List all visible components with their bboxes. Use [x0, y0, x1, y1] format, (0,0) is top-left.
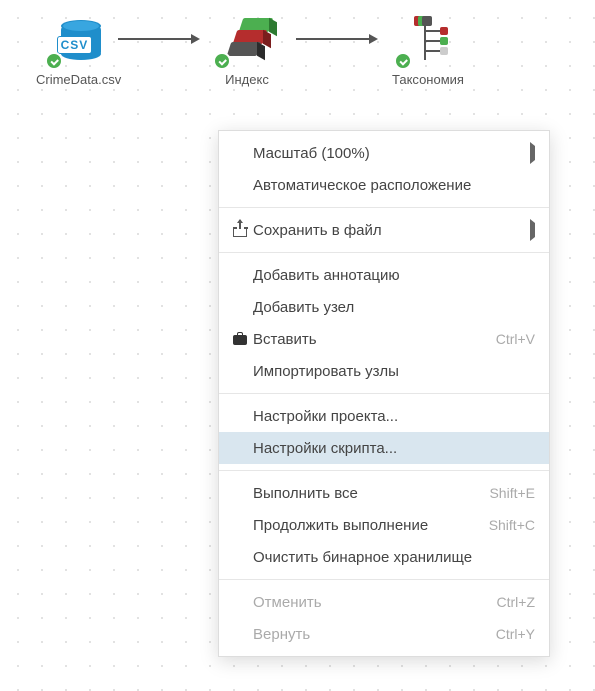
menu-label: Масштаб (100%) [251, 145, 530, 162]
context-menu: Масштаб (100%) Автоматическое расположен… [218, 130, 550, 657]
menu-label: Вставить [251, 331, 496, 348]
menu-label: Импортировать узлы [251, 363, 535, 380]
menu-add-node[interactable]: Добавить узел [219, 291, 549, 323]
menu-redo[interactable]: Вернуть Ctrl+Y [219, 618, 549, 650]
menu-shortcut: Ctrl+Y [496, 626, 535, 642]
canvas[interactable]: CSV CrimeData.csv Индекс [0, 0, 595, 691]
menu-script-settings[interactable]: Настройки скрипта... [219, 432, 549, 464]
menu-label: Выполнить все [251, 485, 489, 502]
menu-run-all[interactable]: Выполнить все Shift+E [219, 477, 549, 509]
menu-label: Настройки скрипта... [251, 440, 535, 457]
menu-shortcut: Ctrl+Z [497, 594, 536, 610]
separator [219, 207, 549, 208]
menu-shortcut: Shift+C [489, 517, 535, 533]
menu-clear-binary-storage[interactable]: Очистить бинарное хранилище [219, 541, 549, 573]
node-index[interactable]: Индекс [215, 12, 279, 87]
arrow-icon [118, 38, 198, 40]
menu-paste[interactable]: Вставить Ctrl+V [219, 323, 549, 355]
menu-label: Очистить бинарное хранилище [251, 549, 535, 566]
menu-shortcut: Ctrl+V [496, 331, 535, 347]
menu-label: Добавить узел [251, 299, 535, 316]
chevron-right-icon [530, 223, 535, 237]
menu-continue[interactable]: Продолжить выполнение Shift+C [219, 509, 549, 541]
menu-label: Добавить аннотацию [251, 267, 535, 284]
csv-badge: CSV [57, 36, 93, 54]
menu-label: Автоматическое расположение [251, 177, 535, 194]
node-csv[interactable]: CSV CrimeData.csv [36, 12, 121, 87]
menu-auto-layout[interactable]: Автоматическое расположение [219, 169, 549, 201]
menu-label: Настройки проекта... [251, 408, 535, 425]
menu-label: Продолжить выполнение [251, 517, 489, 534]
status-ok-icon [45, 52, 63, 70]
menu-label: Сохранить в файл [251, 222, 530, 239]
menu-undo[interactable]: Отменить Ctrl+Z [219, 586, 549, 618]
status-ok-icon [394, 52, 412, 70]
arrow-icon [296, 38, 376, 40]
separator [219, 579, 549, 580]
menu-save-to-file[interactable]: Сохранить в файл [219, 214, 549, 246]
node-label: Индекс [215, 72, 279, 87]
index-icon [215, 12, 279, 68]
status-ok-icon [213, 52, 231, 70]
menu-zoom[interactable]: Масштаб (100%) [219, 137, 549, 169]
menu-add-annotation[interactable]: Добавить аннотацию [219, 259, 549, 291]
separator [219, 393, 549, 394]
separator [219, 252, 549, 253]
menu-label: Отменить [251, 594, 497, 611]
menu-import-nodes[interactable]: Импортировать узлы [219, 355, 549, 387]
menu-shortcut: Shift+E [489, 485, 535, 501]
export-icon [229, 223, 251, 237]
csv-database-icon: CSV [47, 12, 111, 68]
chevron-right-icon [530, 146, 535, 160]
node-taxonomy[interactable]: Таксономия [392, 12, 464, 87]
node-label: CrimeData.csv [36, 72, 121, 87]
menu-project-settings[interactable]: Настройки проекта... [219, 400, 549, 432]
separator [219, 470, 549, 471]
taxonomy-icon [396, 12, 460, 68]
paste-icon [229, 333, 251, 345]
node-label: Таксономия [392, 72, 464, 87]
menu-label: Вернуть [251, 626, 496, 643]
